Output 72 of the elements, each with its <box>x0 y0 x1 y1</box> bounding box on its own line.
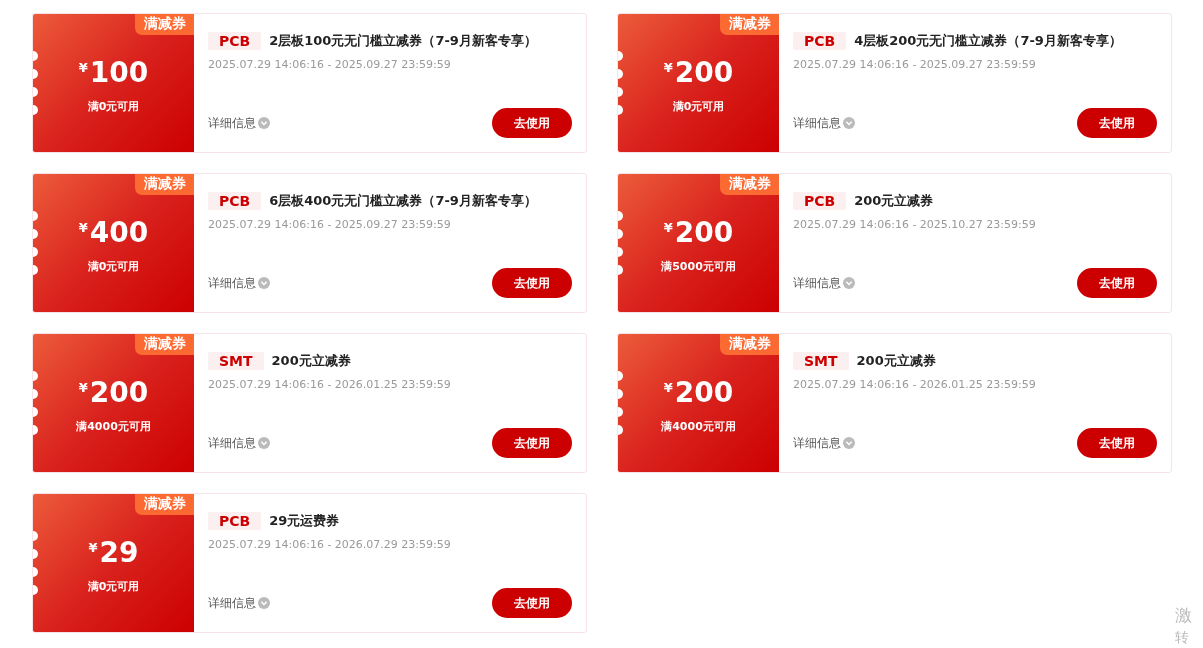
validity-period: 2025.07.29 14:06:16 - 2026.01.25 23:59:59 <box>793 378 1037 391</box>
category-label: PCB <box>793 192 847 210</box>
coupon-amount: 200 <box>674 216 734 249</box>
coupon-type-label: 满减券 <box>720 14 779 35</box>
coupon-threshold: 满0元可用 <box>87 258 140 274</box>
coupon-threshold: 满5000元可用 <box>661 258 736 274</box>
coupon-threshold: 满0元可用 <box>87 98 140 114</box>
coupon-title: 200元立减券 <box>854 192 934 210</box>
coupon-type-label: 满减券 <box>720 334 779 355</box>
currency-symbol: ¥ <box>663 379 673 395</box>
coupon-title: 4层板200元无门槛立减券（7-9月新客专享） <box>854 32 1122 50</box>
coupon-threshold: 满4000元可用 <box>76 418 151 434</box>
validity-period: 2025.07.29 14:06:16 - 2025.09.27 23:59:59 <box>208 218 452 231</box>
validity-period: 2025.07.29 14:06:16 - 2026.07.29 23:59:59 <box>208 538 452 551</box>
validity-period: 2025.07.29 14:06:16 - 2025.09.27 23:59:59 <box>208 58 452 71</box>
use-button[interactable]: 去使用 <box>1077 428 1157 458</box>
coupon-type-label: 满减券 <box>135 494 194 515</box>
use-button[interactable]: 去使用 <box>492 588 572 618</box>
coupon-type-label: 满减券 <box>135 14 194 35</box>
coupon-amount: 200 <box>674 56 734 89</box>
chevron-down-icon[interactable] <box>258 277 270 289</box>
category-label: PCB <box>208 32 262 50</box>
activation-notice-text: 转 <box>1175 628 1190 647</box>
currency-symbol: ¥ <box>663 219 673 235</box>
coupon-amount: 200 <box>674 376 734 409</box>
details-link[interactable]: 详细信息 <box>793 115 841 131</box>
coupon-title: 2层板100元无门槛立减券（7-9月新客专享） <box>269 32 537 50</box>
use-button[interactable]: 去使用 <box>1077 108 1157 138</box>
coupon-title: 6层板400元无门槛立减券（7-9月新客专享） <box>269 192 537 210</box>
use-button[interactable]: 去使用 <box>492 428 572 458</box>
currency-symbol: ¥ <box>78 59 88 75</box>
coupon-type-label: 满减券 <box>720 174 779 195</box>
validity-period: 2025.07.29 14:06:16 - 2026.01.25 23:59:59 <box>208 378 452 391</box>
category-label: PCB <box>208 192 262 210</box>
coupon-title: 200元立减券 <box>856 352 936 370</box>
coupon-threshold: 满0元可用 <box>672 98 725 114</box>
coupon-amount: 400 <box>89 216 149 249</box>
details-link[interactable]: 详细信息 <box>208 435 256 451</box>
details-link[interactable]: 详细信息 <box>208 275 256 291</box>
coupon-amount: 200 <box>89 376 149 409</box>
details-link[interactable]: 详细信息 <box>208 595 256 611</box>
category-label: SMT <box>793 352 849 370</box>
category-label: SMT <box>208 352 264 370</box>
coupon-title: 200元立减券 <box>271 352 351 370</box>
currency-symbol: ¥ <box>663 59 673 75</box>
use-button[interactable]: 去使用 <box>1077 268 1157 298</box>
coupon-amount: 29 <box>99 536 139 569</box>
coupon-type-label: 满减券 <box>135 334 194 355</box>
category-label: PCB <box>793 32 847 50</box>
currency-symbol: ¥ <box>88 539 98 555</box>
validity-period: 2025.07.29 14:06:16 - 2025.10.27 23:59:59 <box>793 218 1037 231</box>
use-button[interactable]: 去使用 <box>492 268 572 298</box>
details-link[interactable]: 详细信息 <box>793 435 841 451</box>
category-label: PCB <box>208 512 262 530</box>
chevron-down-icon[interactable] <box>843 437 855 449</box>
coupon-title: 29元运费券 <box>269 512 340 530</box>
coupon-amount: 100 <box>89 56 149 89</box>
chevron-down-icon[interactable] <box>258 437 270 449</box>
coupon-threshold: 满4000元可用 <box>661 418 736 434</box>
validity-period: 2025.07.29 14:06:16 - 2025.09.27 23:59:59 <box>793 58 1037 71</box>
activation-notice-text: 激 <box>1175 604 1193 626</box>
chevron-down-icon[interactable] <box>843 117 855 129</box>
currency-symbol: ¥ <box>78 379 88 395</box>
details-link[interactable]: 详细信息 <box>793 275 841 291</box>
currency-symbol: ¥ <box>78 219 88 235</box>
coupon-type-label: 满减券 <box>135 174 194 195</box>
chevron-down-icon[interactable] <box>258 117 270 129</box>
chevron-down-icon[interactable] <box>258 597 270 609</box>
chevron-down-icon[interactable] <box>843 277 855 289</box>
coupon-threshold: 满0元可用 <box>87 578 140 594</box>
use-button[interactable]: 去使用 <box>492 108 572 138</box>
details-link[interactable]: 详细信息 <box>208 115 256 131</box>
